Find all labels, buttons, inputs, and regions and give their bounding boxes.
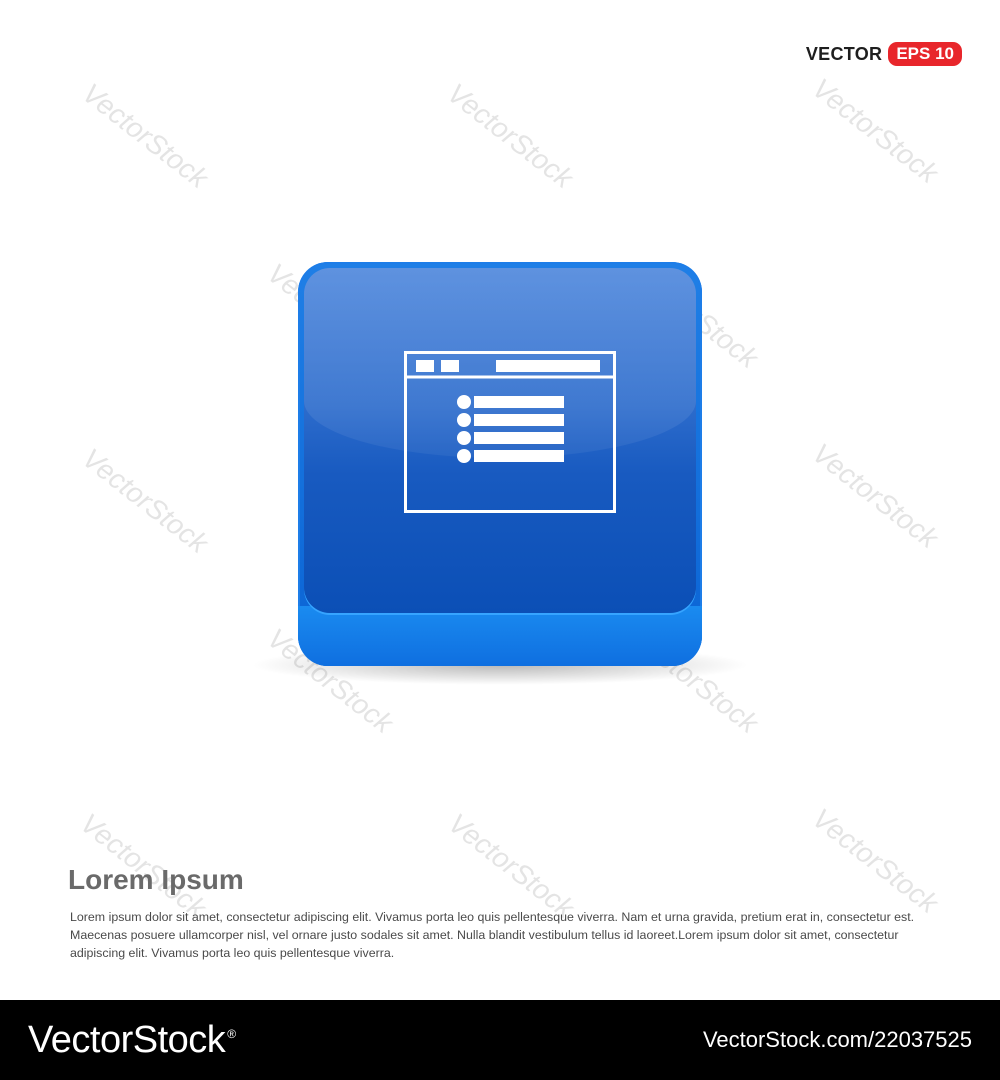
footer-logo-text: VectorStock xyxy=(28,1018,226,1061)
watermark: VectorStock xyxy=(441,77,579,194)
registered-mark: ® xyxy=(227,1026,236,1041)
badge-vector-label: VECTOR xyxy=(805,43,883,64)
watermark: VectorStock xyxy=(806,72,944,189)
watermark: VectorStock xyxy=(76,77,214,194)
icon-button-edge xyxy=(298,606,702,666)
browser-list-button-icon[interactable] xyxy=(298,262,702,666)
footer-logo: VectorStock ® xyxy=(28,1019,236,1062)
content-title: Lorem Ipsum xyxy=(68,864,244,895)
footer-bar: VectorStock ® VectorStock.com/22037525 xyxy=(0,1000,1000,1080)
watermark: VectorStock xyxy=(806,802,944,919)
vector-eps-badge: VECTOR EPS 10 xyxy=(806,42,962,66)
footer-image-id: VectorStock.com/22037525 xyxy=(702,1027,972,1052)
watermark: VectorStock xyxy=(76,442,214,559)
icon-button-face xyxy=(304,268,696,613)
content-body: Lorem ipsum dolor sit amet, consectetur … xyxy=(70,910,915,960)
badge-eps-label: EPS 10 xyxy=(888,42,962,66)
watermark: VectorStock xyxy=(806,437,944,554)
browser-list-window-icon xyxy=(404,351,616,513)
